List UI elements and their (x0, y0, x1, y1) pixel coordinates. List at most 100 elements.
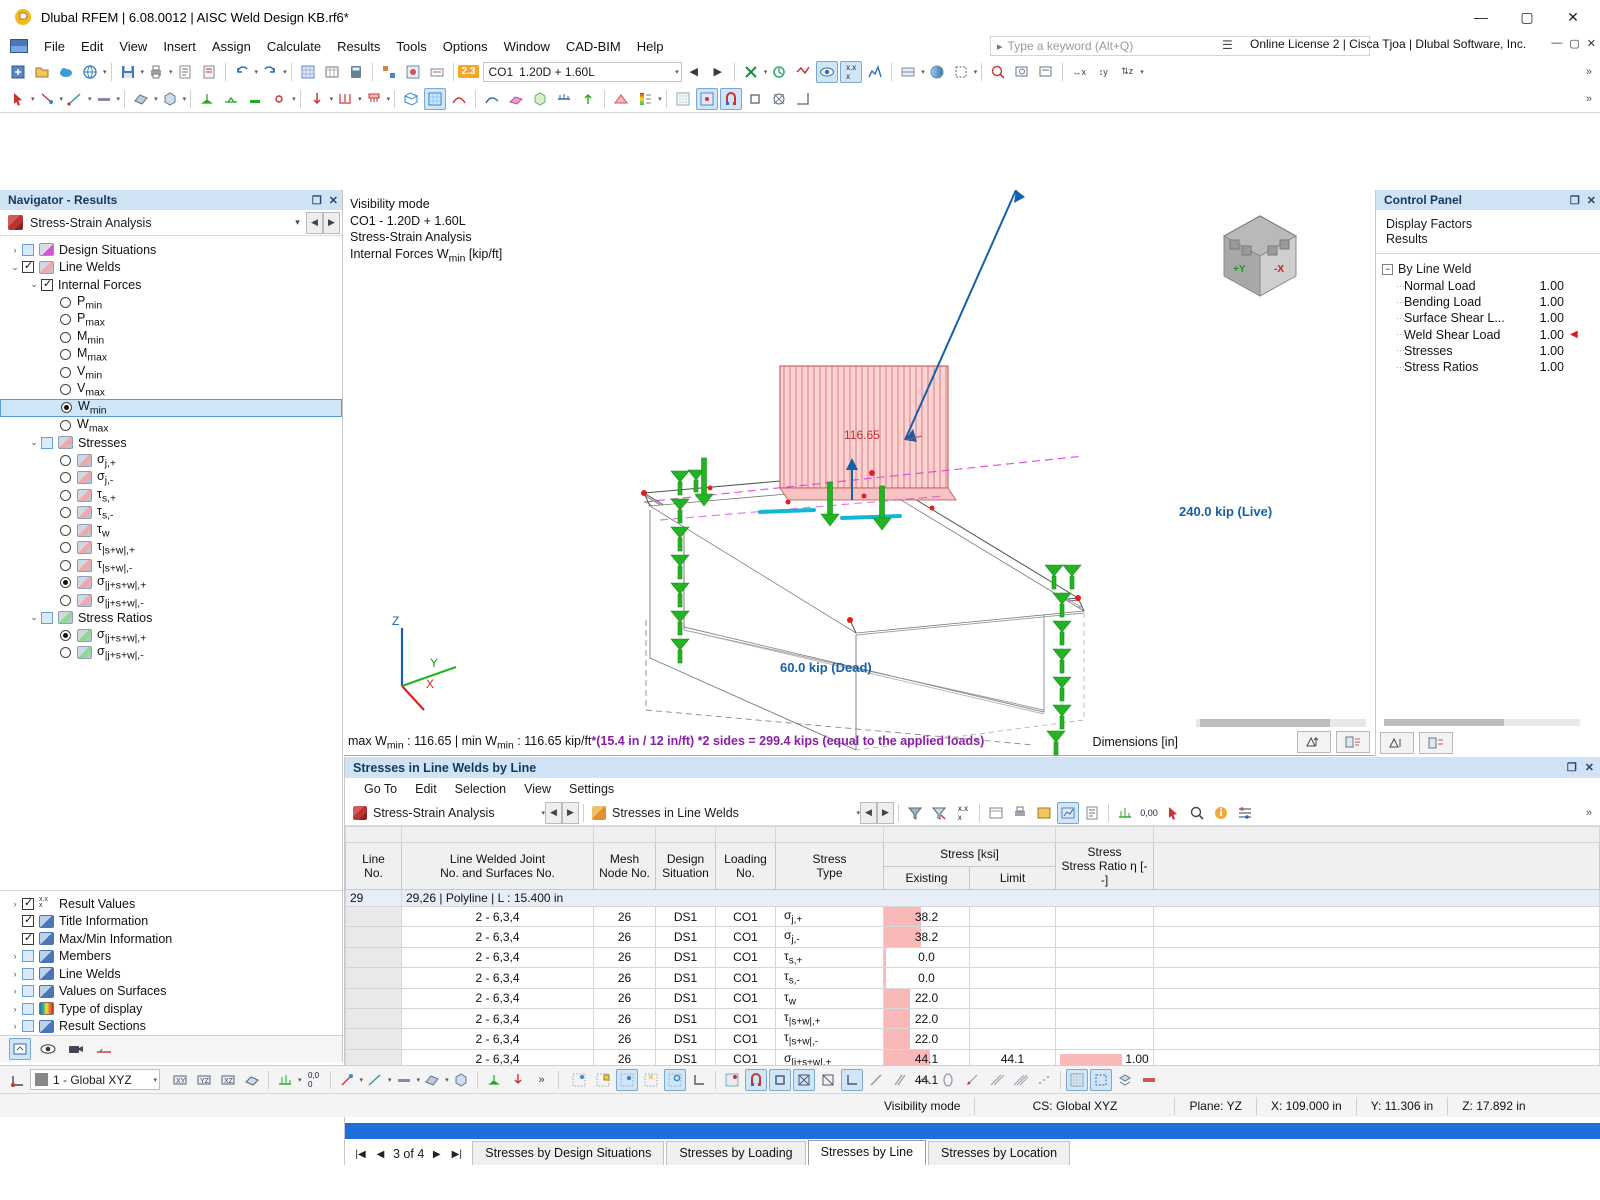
radio-button[interactable] (60, 577, 71, 589)
inner-close-icon[interactable]: ✕ (1587, 37, 1596, 50)
navigator-undock-icon[interactable]: ❐ (312, 194, 322, 207)
tab-stresses-by-location[interactable]: Stresses by Location (928, 1141, 1071, 1165)
solid-icon[interactable] (159, 88, 181, 110)
chevron-down-icon[interactable]: ▾ (974, 68, 978, 76)
guide-lines-icon[interactable] (792, 88, 814, 110)
col-stress-type[interactable]: Stress Type (775, 842, 884, 890)
by-line-weld-group[interactable]: − By Line Weld (1382, 260, 1600, 278)
table-excel-icon[interactable] (1033, 802, 1055, 824)
inner-restore-icon[interactable]: ▢ (1569, 37, 1579, 50)
tab-stresses-by-loading[interactable]: Stresses by Loading (666, 1141, 806, 1165)
tree-item-j-s-w[interactable]: σ|j+s+w|,+ (0, 627, 342, 644)
analysis-type-combo[interactable]: Stress-Strain Analysis ▾ ◀ ▶ (0, 210, 342, 236)
chevron-down-icon[interactable]: ▾ (154, 95, 158, 103)
new-model-icon[interactable] (7, 61, 29, 83)
radio-button[interactable] (60, 331, 71, 343)
checkbox[interactable] (22, 985, 34, 998)
dim-x-icon[interactable]: ↔x (1068, 61, 1090, 83)
col-loading-no[interactable]: Loading No. (715, 842, 776, 890)
table-filter-icon[interactable] (904, 802, 926, 824)
display-item-line-welds[interactable]: › Line Welds (0, 965, 342, 983)
table-row[interactable]: 2 - 6,3,4 26 DS1 CO1 τs,- 0.0 (345, 967, 1600, 989)
results-on-off-icon[interactable] (792, 61, 814, 83)
menu-window[interactable]: Window (496, 36, 558, 57)
table-menu-view[interactable]: View (515, 780, 560, 798)
maximize-button[interactable]: ▢ (1504, 0, 1550, 34)
radio-button[interactable] (60, 419, 71, 431)
factor-value[interactable]: 1.00 (1524, 295, 1564, 309)
view-next-button[interactable]: ▶ (877, 801, 894, 824)
radio-button[interactable] (60, 349, 71, 361)
menu-options[interactable]: Options (435, 36, 496, 57)
chevron-down-icon[interactable]: ▾ (292, 95, 296, 103)
last-page-button[interactable]: ▶| (449, 1149, 464, 1160)
cloud-icon[interactable] (55, 61, 77, 83)
table-undock-icon[interactable]: ❐ (1567, 761, 1577, 774)
table-menu-settings[interactable]: Settings (560, 780, 623, 798)
tree-item-wmin[interactable]: Wmin (0, 398, 342, 417)
expander-icon[interactable]: ⌄ (27, 279, 41, 290)
snap-object-icon[interactable] (615, 1068, 638, 1091)
results-tree[interactable]: › Design Situations ⌄ Line Welds ⌄ Internal F… (0, 236, 342, 890)
expander-icon[interactable]: › (8, 969, 22, 979)
show-results-icon[interactable] (816, 60, 839, 83)
prev-page-button[interactable]: ◀ (373, 1149, 388, 1160)
analysis-next-button[interactable]: ▶ (562, 801, 579, 824)
save-icon[interactable] (117, 61, 139, 83)
new-member-icon[interactable] (393, 1069, 415, 1091)
print-region-icon[interactable] (1035, 61, 1057, 83)
tree-item-j[interactable]: σj,- (0, 469, 342, 487)
object-snap-icon[interactable] (719, 87, 742, 110)
radio-button[interactable] (60, 647, 71, 659)
calculate-icon[interactable] (768, 61, 790, 83)
tree-item-j-s-w[interactable]: σ|j+s+w|,- (0, 644, 342, 662)
results-display-tree[interactable]: › x.xx Result Values Title Information Max/M… (0, 890, 342, 1035)
snap-intersection-icon[interactable] (640, 1069, 662, 1091)
chevron-down-icon[interactable]: ▾ (360, 1076, 364, 1084)
table-export-icon[interactable] (985, 802, 1007, 824)
guide-1-icon[interactable] (961, 1069, 983, 1091)
display-item-result-sections[interactable]: › Result Sections (0, 1018, 342, 1036)
radio-button[interactable] (60, 507, 71, 519)
checkbox[interactable] (41, 436, 53, 449)
zoom-box-icon[interactable] (1011, 61, 1033, 83)
radio-button[interactable] (61, 402, 72, 413)
tree-item-w[interactable]: τw (0, 522, 342, 539)
load-line-icon[interactable] (334, 88, 356, 110)
table-find-icon[interactable] (1186, 802, 1208, 824)
display-item-values-on-surfaces[interactable]: › Values on Surfaces (0, 983, 342, 1001)
solid-results-icon[interactable] (529, 88, 551, 110)
web-services-icon[interactable] (79, 61, 101, 83)
units-icon[interactable] (274, 1069, 296, 1091)
col-existing[interactable]: Existing (883, 865, 970, 890)
tree-item-j[interactable]: σj,+ (0, 452, 342, 469)
next-analysis-button[interactable]: ▶ (323, 211, 340, 234)
prev-analysis-button[interactable]: ◀ (306, 211, 323, 234)
checkbox[interactable] (22, 1020, 34, 1033)
factor-row-stress-ratios[interactable]: ⋯ Stress Ratios 1.00 (1382, 359, 1600, 375)
collapse-icon[interactable]: − (1382, 263, 1393, 275)
expander-icon[interactable]: ⌄ (27, 437, 41, 448)
toolbar-overflow-icon[interactable]: » (1586, 66, 1600, 78)
factor-value[interactable]: 1.00 (1524, 328, 1564, 342)
grid-display-icon[interactable] (672, 88, 694, 110)
chevron-down-icon[interactable]: ▾ (60, 95, 64, 103)
section-icon[interactable] (950, 61, 972, 83)
scale-view-icon[interactable] (1297, 731, 1331, 753)
radio-button[interactable] (60, 594, 71, 606)
chevron-down-icon[interactable]: ▾ (298, 1076, 302, 1084)
menu-assign[interactable]: Assign (204, 36, 259, 57)
chevron-down-icon[interactable]: ▾ (330, 95, 334, 103)
factor-value[interactable]: 1.00 (1524, 344, 1564, 358)
tree-item-wmax[interactable]: Wmax (0, 417, 342, 434)
table-close-icon[interactable]: ✕ (1585, 761, 1594, 774)
col-limit[interactable]: Limit (969, 865, 1056, 890)
new-solid-icon[interactable] (450, 1069, 472, 1091)
checkbox[interactable] (41, 611, 53, 624)
tree-item-j-s-w[interactable]: σ|j+s+w|,+ (0, 574, 342, 592)
prev-load-case-button[interactable]: ◀ (683, 61, 705, 83)
corner2-icon[interactable] (840, 1068, 863, 1091)
line-select-icon[interactable] (64, 88, 86, 110)
legend-icon[interactable] (634, 88, 656, 110)
checkbox[interactable] (22, 1002, 34, 1015)
